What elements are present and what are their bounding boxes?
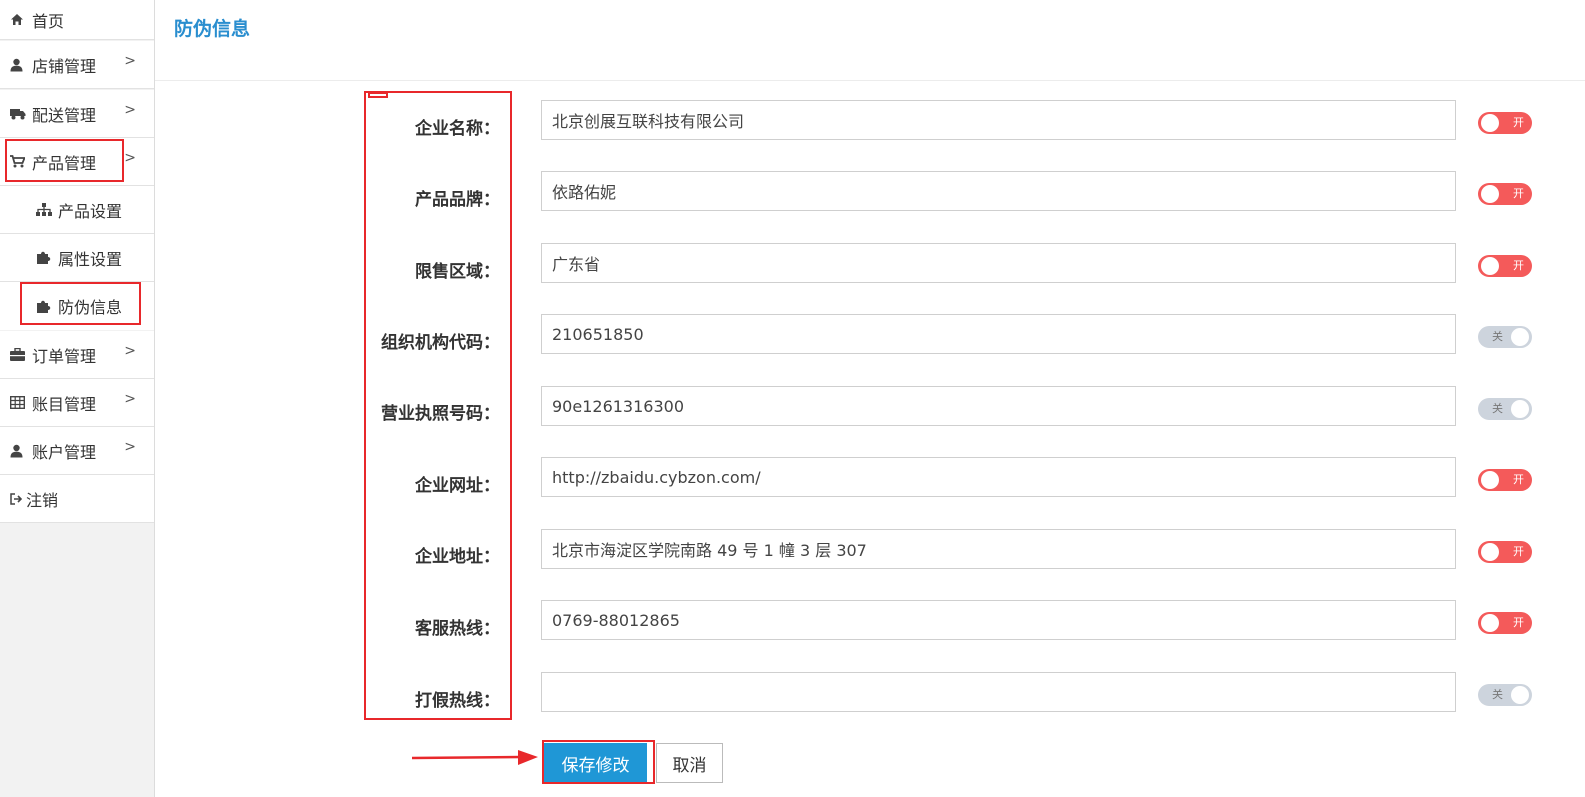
sidebar-item-home[interactable]: 首页 [0, 0, 154, 40]
brand-toggle[interactable]: 开 [1478, 183, 1532, 205]
cart-icon [10, 155, 28, 168]
address-label: 企业地址： [415, 547, 500, 567]
chevron-right-icon: > [124, 391, 136, 407]
puzzle-icon [36, 299, 54, 314]
sidebar-item-label: 账目管理 [32, 394, 97, 414]
sign-out-icon [10, 492, 24, 505]
sidebar-subitem-attribute-settings[interactable]: 属性设置 [0, 234, 154, 282]
sidebar-subitem-anti-counterfeit[interactable]: 防伪信息 [0, 282, 154, 330]
toggle-state-label: 关 [1492, 688, 1503, 701]
sidebar-item-store[interactable]: 店铺管理 > [0, 41, 154, 89]
address-toggle[interactable]: 开 [1478, 541, 1532, 563]
sales-region-input[interactable] [541, 243, 1456, 283]
toggle-knob [1511, 400, 1529, 418]
service-hotline-toggle[interactable]: 开 [1478, 612, 1532, 634]
toggle-state-label: 开 [1513, 187, 1524, 200]
org-code-toggle[interactable]: 关 [1478, 326, 1532, 348]
sidebar-item-accounts-ledger[interactable]: 账目管理 > [0, 379, 154, 427]
sidebar-item-label: 产品设置 [58, 201, 123, 221]
toggle-knob [1481, 114, 1499, 132]
toggle-knob [1481, 471, 1499, 489]
anti-fake-hotline-toggle[interactable]: 关 [1478, 684, 1532, 706]
service-hotline-label: 客服热线： [415, 619, 500, 639]
sidebar-item-label: 账户管理 [32, 442, 97, 462]
sidebar-item-label: 防伪信息 [58, 298, 123, 317]
sidebar-subitem-product-settings[interactable]: 产品设置 [0, 186, 154, 234]
toggle-state-label: 关 [1492, 330, 1503, 343]
table-icon [10, 396, 28, 409]
toggle-knob [1481, 543, 1499, 561]
save-button[interactable]: 保存修改 [544, 743, 647, 783]
license-number-label: 营业执照号码： [381, 404, 500, 424]
brand-input[interactable] [541, 171, 1456, 211]
toggle-state-label: 关 [1492, 402, 1503, 415]
toggle-state-label: 开 [1513, 259, 1524, 272]
sidebar: 首页 店铺管理 > 配送管理 > 产品管理 > 产品设置 属性设置 防伪信息 订… [0, 0, 155, 797]
chevron-right-icon: > [124, 343, 136, 359]
website-label: 企业网址： [415, 476, 500, 496]
sidebar-item-label: 店铺管理 [32, 56, 97, 76]
truck-icon [10, 108, 28, 120]
chevron-right-icon: > [124, 439, 136, 455]
website-toggle[interactable]: 开 [1478, 469, 1532, 491]
company-name-input[interactable] [541, 100, 1456, 140]
sidebar-item-orders[interactable]: 订单管理 > [0, 331, 154, 379]
anti-fake-hotline-input[interactable] [541, 672, 1456, 712]
brand-label: 产品品牌： [415, 190, 500, 210]
company-name-label: 企业名称： [415, 119, 500, 139]
sidebar-item-label: 注销 [26, 490, 59, 510]
home-icon [10, 13, 28, 26]
sales-region-toggle[interactable]: 开 [1478, 255, 1532, 277]
toggle-state-label: 开 [1513, 616, 1524, 629]
annotation-small-marker [368, 92, 388, 98]
service-hotline-input[interactable] [541, 600, 1456, 640]
toggle-state-label: 开 [1513, 545, 1524, 558]
puzzle-icon [36, 250, 54, 265]
sidebar-item-label: 属性设置 [58, 249, 123, 269]
toggle-knob [1511, 686, 1529, 704]
briefcase-icon [10, 348, 28, 361]
sidebar-item-label: 首页 [32, 11, 65, 31]
sidebar-item-products[interactable]: 产品管理 > [0, 138, 154, 186]
toggle-state-label: 开 [1513, 473, 1524, 486]
user-icon [10, 444, 28, 458]
chevron-right-icon: > [124, 150, 136, 166]
cancel-button[interactable]: 取消 [656, 743, 723, 783]
sidebar-item-label: 配送管理 [32, 105, 97, 125]
anti-fake-hotline-label: 打假热线： [415, 691, 500, 711]
user-icon [10, 58, 28, 72]
page-title: 防伪信息 [174, 18, 251, 40]
sidebar-item-label: 订单管理 [32, 346, 97, 366]
address-input[interactable] [541, 529, 1456, 569]
chevron-right-icon: > [124, 53, 136, 69]
toggle-knob [1481, 614, 1499, 632]
sidebar-item-delivery[interactable]: 配送管理 > [0, 90, 154, 138]
sales-region-label: 限售区域： [415, 262, 500, 282]
chevron-right-icon: > [124, 102, 136, 118]
license-number-input[interactable] [541, 386, 1456, 426]
license-number-toggle[interactable]: 关 [1478, 398, 1532, 420]
toggle-knob [1511, 328, 1529, 346]
website-input[interactable] [541, 457, 1456, 497]
sidebar-item-label: 产品管理 [32, 153, 97, 173]
header-divider [155, 80, 1585, 81]
org-code-label: 组织机构代码： [381, 333, 500, 353]
toggle-knob [1481, 185, 1499, 203]
toggle-knob [1481, 257, 1499, 275]
company-name-toggle[interactable]: 开 [1478, 112, 1532, 134]
toggle-state-label: 开 [1513, 116, 1524, 129]
products-submenu: 产品设置 属性设置 防伪信息 [0, 186, 154, 330]
annotation-arrow-icon [411, 750, 538, 765]
sitemap-icon [36, 202, 54, 217]
sidebar-item-logout[interactable]: 注销 [0, 475, 154, 523]
sidebar-item-account[interactable]: 账户管理 > [0, 427, 154, 475]
org-code-input[interactable] [541, 314, 1456, 354]
